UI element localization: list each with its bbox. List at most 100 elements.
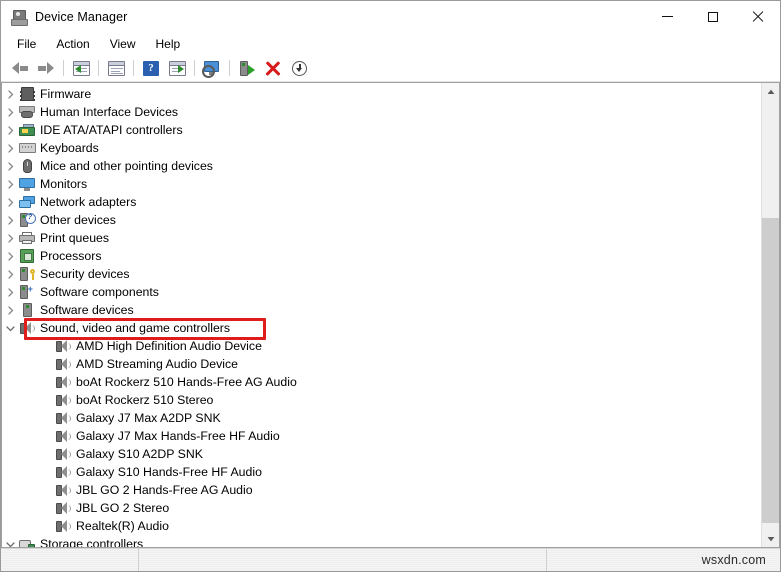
security-device-icon [18,267,36,281]
forward-button[interactable] [33,57,59,79]
network-adapter-icon [18,195,36,209]
tree-item[interactable]: Network adapters [2,193,761,211]
help-icon: ? [143,60,159,76]
tree-item-label: JBL GO 2 Stereo [76,501,170,515]
uninstall-device-button[interactable] [260,57,286,79]
chevron-right-icon[interactable] [2,305,18,315]
maximize-button[interactable] [690,1,735,32]
scroll-down-button[interactable] [762,530,779,547]
menu-item-action[interactable]: Action [46,34,99,54]
tree-item[interactable]: Keyboards [2,139,761,157]
menu-item-file[interactable]: File [7,34,46,54]
chevron-right-icon[interactable] [2,89,18,99]
back-button[interactable] [7,57,33,79]
chevron-down-icon[interactable] [2,540,18,548]
tree-item-label: Other devices [40,213,116,227]
tree-item[interactable]: Galaxy J7 Max A2DP SNK [2,409,761,427]
help-button[interactable]: ? [138,57,164,79]
speaker-icon [54,393,72,407]
tree-item[interactable]: boAt Rockerz 510 Hands-Free AG Audio [2,373,761,391]
properties-button[interactable] [68,57,94,79]
properties-icon [72,60,90,76]
tree-item[interactable]: AMD Streaming Audio Device [2,355,761,373]
update-driver-button[interactable] [103,57,129,79]
tree-item[interactable]: Human Interface Devices [2,103,761,121]
tree-item-label: Print queues [40,231,110,245]
enable-device-icon [240,60,255,76]
tree-item[interactable]: JBL GO 2 Hands-Free AG Audio [2,481,761,499]
tree-item-label: Keyboards [40,141,99,155]
tree-item[interactable]: Print queues [2,229,761,247]
speaker-icon [18,321,36,335]
tree-item[interactable]: boAt Rockerz 510 Stereo [2,391,761,409]
enable-device-button[interactable] [234,57,260,79]
tree-item[interactable]: Sound, video and game controllers [2,319,761,337]
tree-item[interactable]: Firmware [2,85,761,103]
monitor-icon [18,177,36,191]
tree-item[interactable]: Security devices [2,265,761,283]
chevron-right-icon[interactable] [2,179,18,189]
chevron-right-icon[interactable] [2,233,18,243]
install-legacy-hardware-button[interactable] [286,57,312,79]
tree-item-label: Software components [40,285,159,299]
chevron-right-icon[interactable] [2,107,18,117]
speaker-icon [54,519,72,533]
speaker-icon [54,447,72,461]
speaker-icon [54,501,72,515]
speaker-icon [54,465,72,479]
scan-hardware-changes-button[interactable] [164,57,190,79]
tree-item[interactable]: IDE ATA/ATAPI controllers [2,121,761,139]
vertical-scrollbar[interactable] [761,83,779,547]
chevron-right-icon[interactable] [2,251,18,261]
tree-item[interactable]: + Software components [2,283,761,301]
chevron-right-icon[interactable] [2,143,18,153]
status-pane-1 [1,549,139,571]
tree-item[interactable]: Storage controllers [2,535,761,547]
menu-item-help[interactable]: Help [146,34,191,54]
tree-item-label: Mice and other pointing devices [40,159,213,173]
chevron-right-icon[interactable] [2,125,18,135]
tree-item[interactable]: Processors [2,247,761,265]
minimize-button[interactable] [645,1,690,32]
tree-item[interactable]: JBL GO 2 Stereo [2,499,761,517]
tree-item-label: Galaxy S10 Hands-Free HF Audio [76,465,262,479]
chevron-right-icon[interactable] [2,287,18,297]
speaker-icon [54,429,72,443]
window-controls [645,1,780,32]
tree-item[interactable]: Mice and other pointing devices [2,157,761,175]
window-title: Device Manager [35,9,128,24]
chevron-down-icon[interactable] [2,324,18,333]
tree-item-label: boAt Rockerz 510 Stereo [76,393,214,407]
tree-item-label: Galaxy J7 Max Hands-Free HF Audio [76,429,280,443]
tree-item[interactable]: Software devices [2,301,761,319]
menu-item-view[interactable]: View [100,34,146,54]
speaker-icon [54,357,72,371]
tree-item-label: boAt Rockerz 510 Hands-Free AG Audio [76,375,297,389]
tree-item[interactable]: ? Other devices [2,211,761,229]
tree-item-label: Galaxy S10 A2DP SNK [76,447,203,461]
toolbar-separator [98,60,99,76]
tree-item[interactable]: Galaxy S10 Hands-Free HF Audio [2,463,761,481]
tree-item[interactable]: Galaxy J7 Max Hands-Free HF Audio [2,427,761,445]
tree-item-label: JBL GO 2 Hands-Free AG Audio [76,483,253,497]
scroll-up-button[interactable] [762,83,779,100]
status-pane-2 [139,549,547,571]
tree-item[interactable]: AMD High Definition Audio Device [2,337,761,355]
ide-controller-icon [18,124,36,136]
chevron-right-icon[interactable] [2,197,18,207]
chevron-right-icon[interactable] [2,269,18,279]
monitor-scan-icon [202,60,221,78]
chevron-right-icon[interactable] [2,215,18,225]
tree-item-label: Storage controllers [40,537,144,547]
tree-item[interactable]: Realtek(R) Audio [2,517,761,535]
tree-item[interactable]: Monitors [2,175,761,193]
device-tree[interactable]: Firmware Human Interface Devices IDE ATA/A… [2,83,761,547]
scrollbar-thumb[interactable] [762,218,779,523]
tree-item-label: Processors [40,249,102,263]
chip-icon [18,87,36,101]
show-hidden-devices-button[interactable] [199,57,225,79]
tree-item[interactable]: Galaxy S10 A2DP SNK [2,445,761,463]
close-button[interactable] [735,1,780,32]
chevron-right-icon[interactable] [2,161,18,171]
software-component-icon: + [18,285,36,299]
